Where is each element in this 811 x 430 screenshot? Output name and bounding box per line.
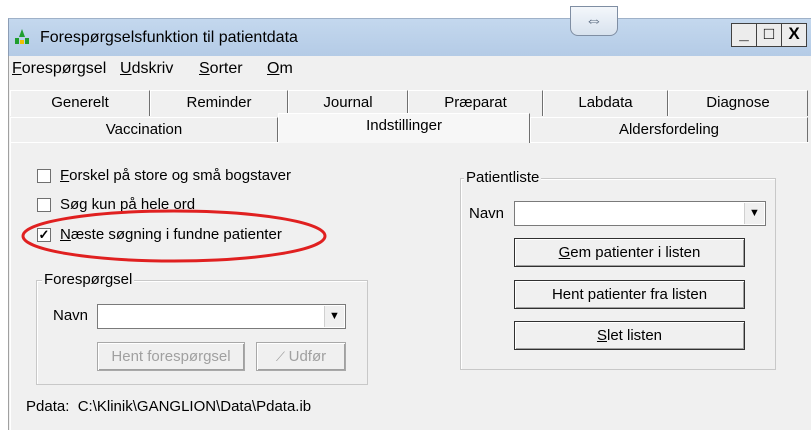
pencil-icon: ⟋ [275,349,289,364]
chevron-down-icon[interactable]: ▼ [744,203,764,224]
menu-label: m [279,60,293,77]
data-path-label: Pdata: [26,398,70,415]
menu-om[interactable]: Om [267,60,293,78]
menu-mnemonic: F [12,60,22,77]
minimize-button[interactable]: _ [731,23,757,47]
tab-labdata[interactable]: Labdata [543,90,668,116]
option-text: orskel på store og små bogstaver [69,167,291,184]
button-label: let listen [606,327,663,344]
annotation-ellipse [21,209,327,263]
window-title: Forespørgselsfunktion til patientdata [40,29,298,46]
button-mnemonic: S [596,327,607,344]
menu-label: orespørgsel [21,60,107,77]
patient-name-label: Navn [469,205,505,222]
menu-label: dskriv [131,60,174,77]
tab-reminder[interactable]: Reminder [150,90,288,116]
button-mnemonic: G [558,244,571,261]
tab-aldersfordeling[interactable]: Aldersfordeling [530,117,808,143]
chevron-down-icon[interactable]: ▼ [324,306,344,327]
patient-name-combobox[interactable]: ▼ [514,201,766,226]
resize-handle-icon[interactable]: ⇔ [570,6,618,36]
checkbox-case-sensitive[interactable] [37,169,51,183]
tab-diagnose[interactable]: Diagnose [668,90,808,116]
query-group-title: Forespørgsel [42,271,135,288]
menu-udskriv[interactable]: Udskriv [120,60,173,78]
application-window: Forespørgselsfunktion til patientdata ⇔ … [0,0,811,430]
maximize-button[interactable]: □ [756,23,782,47]
run-query-button[interactable]: ⟋ Udfør [256,342,346,371]
tab-generelt[interactable]: Generelt [10,90,150,116]
run-query-label: Udfør [288,348,327,365]
save-patients-button[interactable]: Gem patienter i listen [514,238,745,267]
data-path-value: C:\Klinik\GANGLION\Data\Pdata.ib [77,398,312,415]
option-label: Forskel på store og små bogstaver [60,167,291,184]
button-label: em patienter i listen [570,244,701,261]
tab-indstillinger[interactable]: Indstillinger [278,113,530,143]
data-path-line: Pdata: C:\Klinik\GANGLION\Data\Pdata.ib [26,398,311,415]
menu-sorter[interactable]: Sorter [199,60,243,78]
app-icon [15,29,29,44]
query-name-combobox[interactable]: ▼ [97,304,346,329]
menu-label: orter [209,60,243,77]
fetch-query-button[interactable]: Hent forespørgsel [97,342,245,371]
menu-mnemonic: O [267,60,280,77]
query-name-label: Navn [53,307,89,324]
patient-list-title: Patientliste [464,169,542,186]
menu-foresporgsel[interactable]: Forespørgsel [12,60,106,78]
close-button[interactable]: X [781,23,807,47]
menu-mnemonic: S [199,60,210,77]
menu-mnemonic: U [120,60,132,77]
option-mnemonic: F [60,167,70,184]
tab-vaccination[interactable]: Vaccination [10,117,278,143]
delete-list-button[interactable]: Slet listen [514,321,745,350]
load-patients-button[interactable]: Hent patienter fra listen [514,280,745,309]
